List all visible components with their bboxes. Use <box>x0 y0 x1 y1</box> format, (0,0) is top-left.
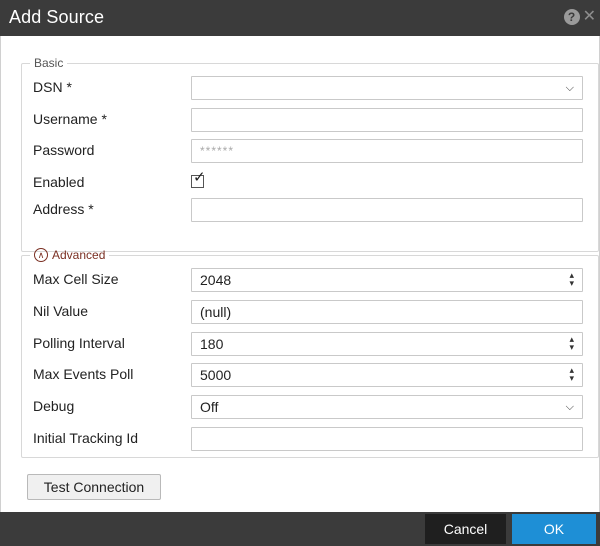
enabled-checkbox[interactable]: ✓ <box>191 169 207 189</box>
test-connection-button[interactable]: Test Connection <box>27 474 161 500</box>
spinner-arrows-icon[interactable]: ▴ ▾ <box>569 271 574 288</box>
nil-value-value: (null) <box>200 304 232 320</box>
polling-interval-value: 180 <box>200 336 224 352</box>
username-row: Username * <box>33 108 585 132</box>
nil-value-input[interactable]: (null) <box>191 300 583 324</box>
dialog-body: Basic DSN * ⌵ Username * Password ******… <box>0 36 600 512</box>
password-placeholder: ****** <box>200 144 235 158</box>
spinner-arrows-icon[interactable]: ▴ ▾ <box>569 366 574 383</box>
initial-tracking-id-input[interactable] <box>191 427 583 451</box>
dsn-row: DSN * ⌵ <box>33 76 585 100</box>
help-icon[interactable]: ? <box>563 9 580 25</box>
address-input[interactable] <box>191 198 583 222</box>
password-row: Password ****** <box>33 139 585 163</box>
max-cell-size-value: 2048 <box>200 272 232 288</box>
nil-value-row: Nil Value (null) <box>33 300 585 324</box>
polling-interval-stepper[interactable]: 180 ▴ ▾ <box>191 332 583 356</box>
spinner-arrows-icon[interactable]: ▴ ▾ <box>569 335 574 352</box>
max-cell-size-row: Max Cell Size 2048 ▴ ▾ <box>33 268 585 292</box>
max-events-poll-value: 5000 <box>200 367 232 383</box>
max-events-poll-stepper[interactable]: 5000 ▴ ▾ <box>191 363 583 387</box>
address-row: Address * <box>33 198 585 222</box>
dialog-footer: Cancel OK <box>0 512 600 546</box>
checkmark-icon: ✓ <box>193 169 206 186</box>
max-events-poll-label: Max Events Poll <box>33 366 134 382</box>
chevron-down-icon: ⌵ <box>565 82 574 94</box>
debug-select[interactable]: Off ⌵ <box>191 395 583 419</box>
dialog-titlebar: Add Source ? ✕ <box>0 0 600 36</box>
dsn-label: DSN * <box>33 79 72 95</box>
debug-row: Debug Off ⌵ <box>33 395 585 419</box>
advanced-toggle[interactable]: ∧ Advanced <box>30 248 109 262</box>
dialog-title: Add Source <box>9 7 105 27</box>
password-label: Password <box>33 142 95 158</box>
username-label: Username * <box>33 111 107 127</box>
chevron-down-icon: ⌵ <box>565 401 574 413</box>
enabled-row: Enabled ✓ <box>33 169 585 195</box>
titlebar-icons: ? ✕ <box>563 9 596 25</box>
close-icon[interactable]: ✕ <box>583 9 596 25</box>
nil-value-label: Nil Value <box>33 303 88 319</box>
ok-button[interactable]: OK <box>512 514 596 544</box>
max-cell-size-stepper[interactable]: 2048 ▴ ▾ <box>191 268 583 292</box>
username-input[interactable] <box>191 108 583 132</box>
polling-interval-label: Polling Interval <box>33 335 125 351</box>
polling-interval-row: Polling Interval 180 ▴ ▾ <box>33 332 585 356</box>
advanced-legend-label: Advanced <box>52 248 106 262</box>
debug-value: Off <box>200 399 219 415</box>
dsn-select[interactable]: ⌵ <box>191 76 583 100</box>
max-cell-size-label: Max Cell Size <box>33 271 119 287</box>
enabled-label: Enabled <box>33 174 85 190</box>
debug-label: Debug <box>33 398 75 414</box>
cancel-button[interactable]: Cancel <box>425 514 506 544</box>
chevron-up-icon: ∧ <box>34 248 48 262</box>
basic-legend: Basic <box>34 56 64 70</box>
initial-tracking-id-row: Initial Tracking Id <box>33 427 585 451</box>
max-events-poll-row: Max Events Poll 5000 ▴ ▾ <box>33 363 585 387</box>
initial-tracking-id-label: Initial Tracking Id <box>33 430 139 446</box>
address-label: Address * <box>33 201 94 217</box>
password-input[interactable]: ****** <box>191 139 583 163</box>
